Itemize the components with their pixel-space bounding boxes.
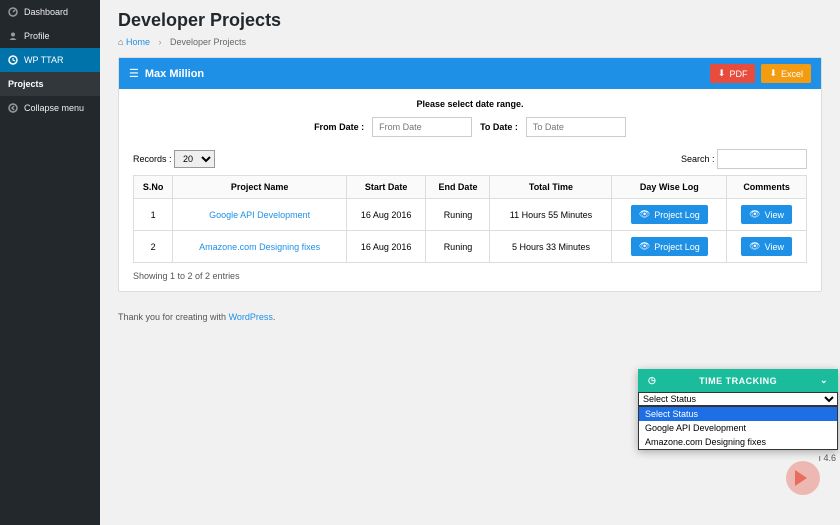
date-range-prompt: Please select date range. [133, 99, 807, 109]
sidebar-label: WP TTAR [24, 55, 64, 65]
project-link[interactable]: Amazone.com Designing fixes [199, 242, 320, 252]
user-panel: ☰ Max Million ⬇PDF ⬇Excel Please select … [118, 57, 822, 292]
crumb-home[interactable]: Home [126, 37, 150, 47]
status-option[interactable]: Select Status [639, 407, 837, 421]
view-button[interactable]: 👁View [741, 205, 792, 224]
crumb-current: Developer Projects [170, 37, 246, 47]
projects-table: S.No Project Name Start Date End Date To… [133, 175, 807, 263]
th-time[interactable]: Total Time [490, 176, 612, 199]
time-tracking-panel: ◷ TIME TRACKING ⌄ Select Status Select S… [638, 369, 838, 450]
sidebar-label: Profile [24, 31, 50, 41]
project-log-button[interactable]: 👁Project Log [631, 237, 708, 256]
excel-button[interactable]: ⬇Excel [761, 64, 811, 83]
sidebar-sub-projects[interactable]: Projects [0, 72, 100, 96]
time-tracking-header[interactable]: ◷ TIME TRACKING ⌄ [638, 369, 838, 392]
table-row: 2 Amazone.com Designing fixes 16 Aug 201… [134, 231, 807, 263]
sidebar-item-collapse[interactable]: Collapse menu [0, 96, 100, 120]
chevron-down-icon: ⌄ [820, 375, 828, 386]
breadcrumb: ⌂ Home › Developer Projects [118, 37, 822, 47]
collapse-icon [8, 103, 18, 113]
records-label: Records : [133, 154, 172, 164]
panel-header: ☰ Max Million ⬇PDF ⬇Excel [119, 58, 821, 89]
th-comments[interactable]: Comments [727, 176, 807, 199]
user-icon [8, 31, 18, 41]
page-title: Developer Projects [118, 10, 822, 31]
sidebar-label: Collapse menu [24, 103, 84, 113]
to-date-input[interactable] [526, 117, 626, 137]
status-select[interactable]: Select Status [638, 392, 838, 406]
eye-icon: 👁 [749, 241, 760, 252]
table-info: Showing 1 to 2 of 2 entries [133, 271, 807, 281]
table-row: 1 Google API Development 16 Aug 2016 Run… [134, 199, 807, 231]
status-option[interactable]: Google API Development [639, 421, 837, 435]
project-log-button[interactable]: 👁Project Log [631, 205, 708, 224]
th-end[interactable]: End Date [426, 176, 490, 199]
status-option[interactable]: Amazone.com Designing fixes [639, 435, 837, 449]
eye-icon: 👁 [639, 209, 650, 220]
sidebar-label: Dashboard [24, 7, 68, 17]
status-dropdown-list: Select Status Google API Development Ama… [638, 406, 838, 450]
from-date-label: From Date : [314, 122, 364, 132]
th-name[interactable]: Project Name [173, 176, 347, 199]
pdf-button[interactable]: ⬇PDF [710, 64, 756, 83]
sidebar-item-wpttar[interactable]: WP TTAR [0, 48, 100, 72]
download-icon: ⬇ [769, 68, 777, 79]
project-link[interactable]: Google API Development [209, 210, 310, 220]
sidebar-item-dashboard[interactable]: Dashboard [0, 0, 100, 24]
th-log[interactable]: Day Wise Log [612, 176, 727, 199]
dashboard-icon [8, 7, 18, 17]
to-date-label: To Date : [480, 122, 518, 132]
th-sno[interactable]: S.No [134, 176, 173, 199]
panel-user-name: Max Million [145, 68, 704, 80]
footer: Thank you for creating with WordPress. [118, 304, 822, 330]
eye-icon: 👁 [639, 241, 650, 252]
th-start[interactable]: Start Date [346, 176, 425, 199]
sidebar-item-profile[interactable]: Profile [0, 24, 100, 48]
play-button[interactable] [786, 461, 820, 495]
clock-icon [8, 55, 18, 65]
wordpress-link[interactable]: WordPress [229, 312, 273, 322]
from-date-input[interactable] [372, 117, 472, 137]
bars-icon: ☰ [129, 67, 139, 80]
view-button[interactable]: 👁View [741, 237, 792, 256]
records-select[interactable]: 20 [174, 150, 215, 168]
version-label: ı 4.6 [818, 453, 836, 463]
clock-icon: ◷ [648, 375, 656, 386]
eye-icon: 👁 [749, 209, 760, 220]
search-input[interactable] [717, 149, 807, 169]
admin-sidebar: Dashboard Profile WP TTAR Projects Colla… [0, 0, 100, 525]
search-label: Search : [681, 154, 715, 164]
chevron-right-icon: › [158, 37, 161, 47]
download-icon: ⬇ [718, 68, 726, 79]
home-icon: ⌂ [118, 37, 123, 47]
